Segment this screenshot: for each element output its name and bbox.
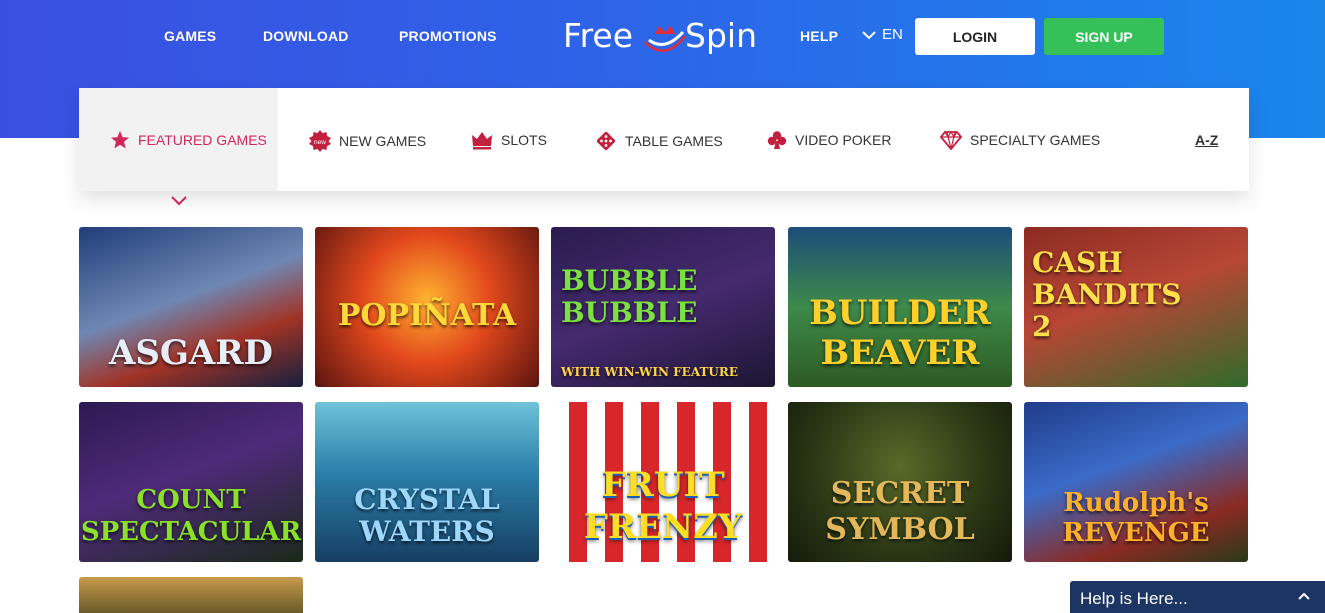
game-tile-partial[interactable] [79, 577, 303, 613]
chevron-up-icon [1298, 592, 1310, 600]
game-title: SECRET SYMBOL [825, 476, 975, 547]
active-tab-chevron-icon [171, 196, 187, 206]
login-button[interactable]: LOGIN [915, 18, 1035, 55]
tab-new-label: NEW GAMES [339, 133, 427, 149]
star-icon [111, 131, 129, 149]
tab-slots[interactable]: SLOTS [471, 130, 547, 150]
site-logo[interactable]: Free Spin [563, 10, 763, 60]
game-tile-rudolphs-revenge[interactable]: Rudolph's REVENGE [1024, 402, 1248, 562]
game-tile-fruit-frenzy[interactable]: FRUIT FRENZY [551, 402, 775, 562]
tab-video-poker[interactable]: VIDEO POKER [767, 130, 891, 150]
tab-video-poker-label: VIDEO POKER [795, 132, 892, 148]
dice-icon [596, 131, 616, 151]
help-chat-widget[interactable]: Help is Here... [1070, 581, 1325, 613]
game-title: BUILDER BEAVER [809, 293, 991, 373]
game-tile-secret-symbol[interactable]: SECRET SYMBOL [788, 402, 1012, 562]
logo-word-spin: Spin [685, 16, 757, 55]
new-badge-icon: new [309, 130, 331, 152]
game-title: CRYSTAL WATERS [354, 483, 500, 548]
game-tile-asgard[interactable]: ASGARD [79, 227, 303, 387]
language-label: EN [882, 26, 903, 43]
category-bar: FEATURED GAMES new NEW GAMES SLOTS TABLE… [79, 88, 1249, 191]
game-title: ASGARD [108, 333, 274, 373]
game-title: CASH BANDITS 2 [1032, 246, 1182, 343]
club-icon [767, 131, 787, 149]
game-tile-count-spectacular[interactable]: COUNT SPECTACULAR [79, 402, 303, 562]
game-tile-crystal-waters[interactable]: CRYSTAL WATERS [315, 402, 539, 562]
chevron-down-icon [862, 30, 876, 39]
new-badge-text: new [314, 139, 326, 146]
tab-featured-label: FEATURED GAMES [138, 132, 267, 148]
crown-icon [472, 132, 492, 150]
tab-table-label: TABLE GAMES [625, 133, 723, 149]
az-link[interactable]: A-Z [1195, 132, 1218, 148]
diamond-icon [940, 130, 962, 150]
signup-button[interactable]: SIGN UP [1044, 18, 1164, 55]
tab-specialty-games[interactable]: SPECIALTY GAMES [940, 130, 1100, 150]
nav-games-link[interactable]: GAMES [164, 28, 216, 44]
game-title: POPIÑATA [337, 298, 517, 333]
game-title: BUBBLE BUBBLE [561, 264, 698, 329]
game-title: Rudolph's REVENGE [1062, 488, 1210, 548]
help-chat-label: Help is Here... [1080, 589, 1188, 608]
tab-table-games[interactable]: TABLE GAMES [595, 130, 723, 152]
game-title: COUNT SPECTACULAR [80, 485, 302, 547]
tab-new-games[interactable]: new NEW GAMES [309, 130, 426, 152]
tab-specialty-label: SPECIALTY GAMES [970, 132, 1101, 148]
game-tile-cash-bandits-2[interactable]: CASH BANDITS 2 [1024, 227, 1248, 387]
language-selector[interactable]: EN [862, 26, 903, 43]
nav-download-link[interactable]: DOWNLOAD [263, 28, 349, 44]
logo-word-free: Free [563, 16, 634, 55]
nav-help-link[interactable]: HELP [800, 28, 838, 44]
game-tile-popinata[interactable]: POPIÑATA [315, 227, 539, 387]
tab-featured-games[interactable]: FEATURED GAMES [110, 130, 267, 150]
game-subtitle: WITH WIN-WIN FEATURE [561, 365, 738, 379]
game-tile-builder-beaver[interactable]: BUILDER BEAVER [788, 227, 1012, 387]
nav-promotions-link[interactable]: PROMOTIONS [399, 28, 497, 44]
logo-crown-swirl-icon [644, 26, 686, 52]
tab-slots-label: SLOTS [501, 132, 547, 148]
game-title: FRUIT FRENZY [583, 465, 743, 547]
game-tile-bubble-bubble[interactable]: BUBBLE BUBBLE WITH WIN-WIN FEATURE [551, 227, 775, 387]
